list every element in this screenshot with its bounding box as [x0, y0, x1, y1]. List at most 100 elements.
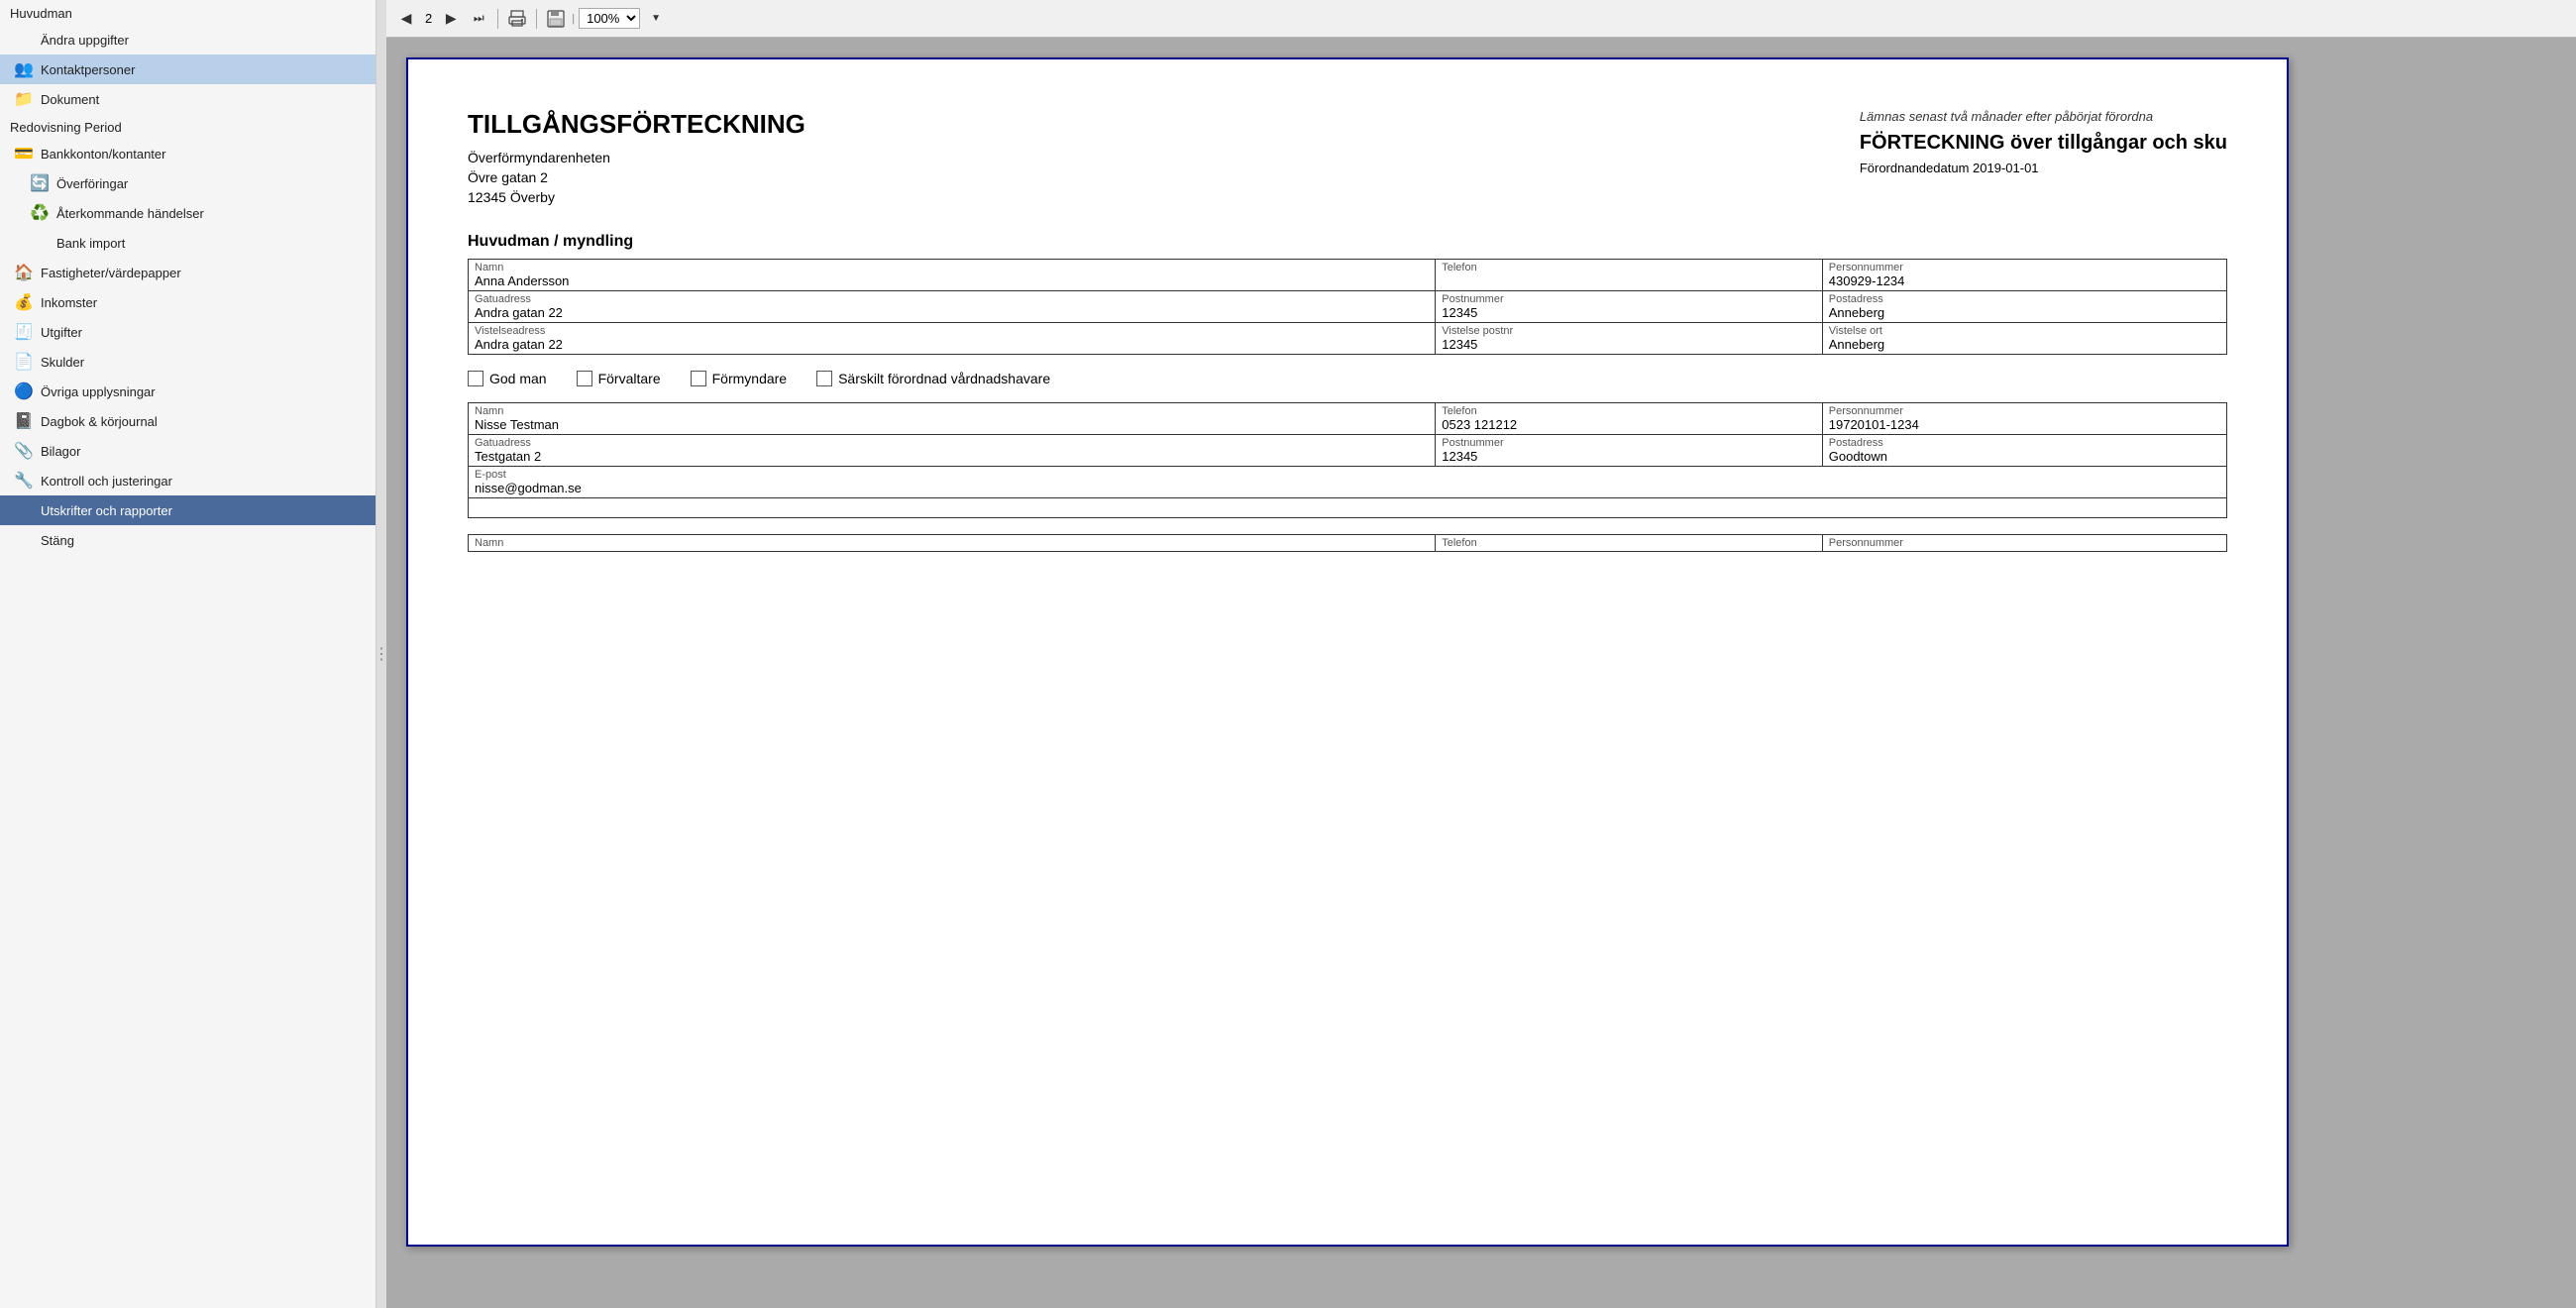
vistelseadress-label: Vistelseadress: [475, 325, 1429, 337]
zoom-control: 50% 75% 100% 125% 150% 200% ▼: [579, 7, 668, 31]
sidebar-item-overforingar[interactable]: 🔄Överföringar: [0, 168, 376, 198]
doc-header-right: Lämnas senast två månader efter påbörjat…: [1860, 109, 2227, 209]
namn-label: Namn: [475, 262, 1429, 273]
vistelseadress-value: Andra gatan 22: [475, 337, 1429, 352]
checkbox-god-man-box[interactable]: [468, 371, 483, 386]
p2-postadress-label: Postadress: [1829, 437, 2220, 449]
postadress-value: Anneberg: [1829, 305, 2220, 320]
overforingar-icon: 🔄: [30, 173, 50, 193]
sidebar-item-fastigheter[interactable]: 🏠Fastigheter/värdepapper: [0, 258, 376, 287]
utskrifter-icon: [14, 500, 34, 520]
p2-telefon-label: Telefon: [1442, 405, 1816, 417]
checkbox-forvaltare-label: Förvaltare: [598, 371, 661, 386]
p2-epost-cell: E-post nisse@godman.se: [469, 467, 2227, 498]
document-page: TILLGÅNGSFÖRTECKNING Överförmyndarenhete…: [406, 57, 2289, 1247]
page-prev-button[interactable]: ◀: [394, 7, 418, 31]
p2-namn-label: Namn: [475, 405, 1429, 417]
telefon-cell: Telefon: [1436, 260, 1823, 291]
utgifter-icon: 🧾: [14, 322, 34, 342]
p2-namn-value: Nisse Testman: [475, 417, 1429, 432]
person2-table: Namn Nisse Testman Telefon 0523 121212 P…: [468, 402, 2227, 518]
vistelse-postnr-value: 12345: [1442, 337, 1816, 352]
p2-personnummer-label: Personnummer: [1829, 405, 2220, 417]
collapse-handle[interactable]: ⋮: [376, 0, 386, 1308]
checkbox-sarskilt-label: Särskilt förordnad vårdnadshavare: [838, 371, 1050, 386]
main-area: ◀ 2 ▶ ⏭ | 50% 75% 100%: [386, 0, 2576, 1308]
person3-table: Namn Telefon Personnummer: [468, 534, 2227, 552]
section-huvudman: Huvudman: [0, 0, 376, 25]
p3-namn-cell: Namn: [469, 535, 1436, 552]
checkbox-sarskilt-box[interactable]: [816, 371, 832, 386]
dagbok-icon: 📓: [14, 411, 34, 431]
namn-cell: Namn Anna Andersson: [469, 260, 1436, 291]
sidebar-item-dokument[interactable]: 📁Dokument: [0, 84, 376, 114]
sidebar-item-utgifter[interactable]: 🧾 Utgifter: [0, 317, 376, 347]
checkbox-forvaltare: Förvaltare: [577, 371, 661, 386]
org-name: Överförmyndarenheten: [468, 150, 805, 165]
sidebar-item-utskrifter[interactable]: Utskrifter och rapporter: [0, 495, 376, 525]
kontroll-icon: 🔧: [14, 471, 34, 490]
skulder-icon: 📄: [14, 352, 34, 372]
sidebar-item-andra-uppgifter[interactable]: Ändra uppgifter: [0, 25, 376, 54]
sidebar-item-bankkonton[interactable]: 💳 Bankkonton/kontanter: [0, 139, 376, 168]
forordnandedatum: Förordnandedatum 2019-01-01: [1860, 161, 2227, 175]
p2-personnummer-value: 19720101-1234: [1829, 417, 2220, 432]
sidebar-label-skulder: Skulder: [41, 355, 366, 370]
kontaktpersoner-icon: 👥: [14, 59, 34, 79]
vistelse-ort-value: Anneberg: [1829, 337, 2220, 352]
checkbox-forvaltare-box[interactable]: [577, 371, 592, 386]
bank-import-icon: [30, 233, 50, 253]
toolbar-sep-2: [536, 9, 537, 29]
sidebar-label-dokument: Dokument: [41, 92, 366, 107]
address1: Övre gatan 2: [468, 169, 805, 185]
doc-title: TILLGÅNGSFÖRTECKNING: [468, 109, 805, 140]
vistelseadress-cell: Vistelseadress Andra gatan 22: [469, 323, 1436, 355]
toolbar: ◀ 2 ▶ ⏭ | 50% 75% 100%: [386, 0, 2576, 38]
table-row: [469, 498, 2227, 518]
doc-header-left: TILLGÅNGSFÖRTECKNING Överförmyndarenhete…: [468, 109, 805, 209]
postnummer-cell: Postnummer 12345: [1436, 291, 1823, 323]
p2-epost-label: E-post: [475, 469, 2220, 481]
sidebar-item-kontaktpersoner[interactable]: 👥Kontaktpersoner: [0, 54, 376, 84]
sidebar-item-dagbok[interactable]: 📓Dagbok & körjournal: [0, 406, 376, 436]
table-row: Namn Nisse Testman Telefon 0523 121212 P…: [469, 403, 2227, 435]
sidebar-label-bilagor: Bilagor: [41, 444, 366, 459]
bilagor-icon: 📎: [14, 441, 34, 461]
sidebar-item-bilagor[interactable]: 📎 Bilagor: [0, 436, 376, 466]
p2-postnummer-cell: Postnummer 12345: [1436, 435, 1823, 467]
sidebar-item-bank-import[interactable]: Bank import: [0, 228, 376, 258]
zoom-dropdown-button[interactable]: ▼: [644, 7, 668, 31]
doc-subtitle-italic: Lämnas senast två månader efter påbörjat…: [1860, 109, 2227, 124]
postadress-label: Postadress: [1829, 293, 2220, 305]
zoom-select[interactable]: 50% 75% 100% 125% 150% 200%: [579, 8, 640, 29]
print-button[interactable]: [505, 7, 529, 31]
gatuadress-value: Andra gatan 22: [475, 305, 1429, 320]
sidebar-item-skulder[interactable]: 📄 Skulder: [0, 347, 376, 377]
page-next-button[interactable]: ▶: [439, 7, 463, 31]
checkbox-formyndare-box[interactable]: [691, 371, 706, 386]
bankkonton-icon: 💳: [14, 144, 34, 164]
sidebar-item-stang[interactable]: Stäng: [0, 525, 376, 555]
sidebar-label-bankkonton: Bankkonton/kontanter: [41, 147, 366, 162]
save-icon: [547, 10, 565, 28]
p2-empty-row: [469, 498, 2227, 518]
table-row: Namn Anna Andersson Telefon Personnummer…: [469, 260, 2227, 291]
sidebar-item-ovriga[interactable]: 🔵Övriga upplysningar: [0, 377, 376, 406]
sidebar-label-utgifter: Utgifter: [41, 325, 366, 340]
sidebar-label-ovriga: Övriga upplysningar: [41, 384, 366, 399]
sidebar-label-bank-import: Bank import: [56, 236, 366, 251]
sidebar-item-inkomster[interactable]: 💰Inkomster: [0, 287, 376, 317]
sidebar-item-kontroll[interactable]: 🔧 Kontroll och justeringar: [0, 466, 376, 495]
table-row: E-post nisse@godman.se: [469, 467, 2227, 498]
personnummer-label: Personnummer: [1829, 262, 2220, 273]
andra-uppgifter-icon: [14, 30, 34, 50]
sidebar-item-aterkommande[interactable]: ♻️Återkommande händelser: [0, 198, 376, 228]
p3-telefon-label: Telefon: [1442, 537, 1816, 549]
sidebar-label-kontroll: Kontroll och justeringar: [41, 474, 366, 489]
aterkommande-icon: ♻️: [30, 203, 50, 223]
table-row: Gatuadress Andra gatan 22 Postnummer 123…: [469, 291, 2227, 323]
page-number: 2: [422, 11, 435, 26]
page-last-button[interactable]: ⏭: [467, 7, 490, 31]
p2-postnummer-value: 12345: [1442, 449, 1816, 464]
save-button[interactable]: [544, 7, 568, 31]
